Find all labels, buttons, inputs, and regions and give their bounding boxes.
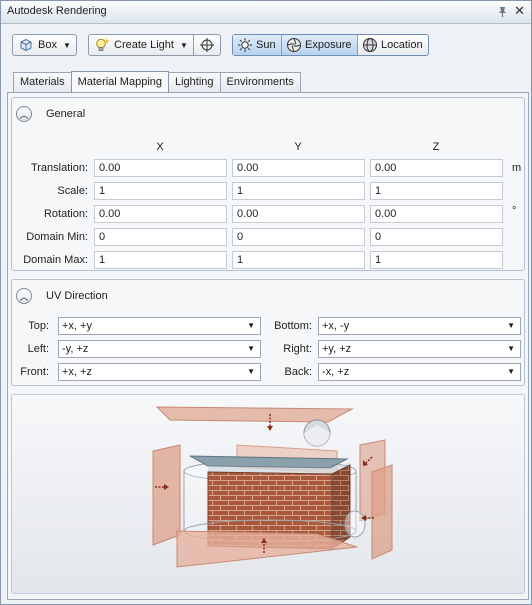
crosshair-icon	[199, 37, 215, 53]
globe-icon	[362, 37, 378, 53]
general-header[interactable]: ︿ General	[16, 105, 85, 123]
chevron-down-icon: ▼	[247, 344, 255, 353]
tab-lighting[interactable]: Lighting	[168, 72, 221, 92]
domain-min-y-input[interactable]: 0	[232, 228, 365, 246]
uv-direction-header[interactable]: ︿ UV Direction	[16, 287, 108, 305]
domain-min-z-input[interactable]: 0	[370, 228, 503, 246]
chevron-down-icon: ▼	[179, 40, 188, 50]
chevron-down-icon: ▼	[507, 367, 515, 376]
back-direction-value: -x, +z	[322, 366, 350, 378]
location-label: Location	[381, 39, 423, 51]
bottom-direction-value: +x, -y	[322, 320, 350, 332]
create-light-button[interactable]: Create Light ▼	[88, 34, 194, 56]
domain-max-label: Domain Max:	[23, 254, 88, 266]
chevron-down-icon: ▼	[507, 321, 515, 330]
bottom-direction-select[interactable]: +x, -y ▼	[318, 317, 521, 335]
front-direction-select[interactable]: +x, +z ▼	[58, 363, 261, 381]
top-plane	[155, 406, 354, 423]
box-mapping-button[interactable]: Box ▼	[12, 34, 77, 56]
rotation-z-input[interactable]: 0.00	[370, 205, 503, 223]
column-z-header: Z	[432, 141, 440, 153]
window-title: Autodesk Rendering	[7, 5, 107, 17]
column-y-header: Y	[294, 141, 302, 153]
right-direction-value: +y, +z	[322, 343, 352, 355]
box-mapping-illustration	[152, 406, 393, 568]
tab-content: ︿ General X Y Z Translation: 0.00 0.00 0…	[7, 92, 529, 600]
sun-button[interactable]: Sun	[233, 35, 282, 55]
uv-direction-group: ︿ UV Direction Top: +x, +y ▼ Bottom: +x,…	[11, 279, 525, 386]
pin-icon[interactable]	[496, 5, 509, 18]
exposure-label: Exposure	[305, 39, 352, 51]
back-direction-select[interactable]: -x, +z ▼	[318, 363, 521, 381]
chevron-down-icon: ▼	[247, 367, 255, 376]
right-direction-select[interactable]: +y, +z ▼	[318, 340, 521, 358]
chevron-down-icon: ▼	[62, 40, 71, 50]
uv-direction-title: UV Direction	[46, 290, 108, 302]
tab-environments[interactable]: Environments	[219, 72, 301, 92]
domain-min-label: Domain Min:	[26, 231, 88, 243]
translation-z-input[interactable]: 0.00	[370, 159, 503, 177]
domain-max-y-input[interactable]: 1	[232, 251, 365, 269]
tab-material-mapping[interactable]: Material Mapping	[70, 71, 169, 92]
left-plane	[152, 444, 181, 546]
left-label: Left:	[27, 343, 49, 355]
rotation-label: Rotation:	[43, 208, 88, 220]
location-button[interactable]: Location	[358, 35, 429, 55]
environment-button-group: Sun Exposure Location	[232, 34, 429, 56]
rendering-panel: Autodesk Rendering ✕ Box ▼ Create Light …	[0, 0, 532, 605]
chevron-down-icon: ▼	[247, 321, 255, 330]
light-bulb-icon	[94, 37, 110, 53]
general-title: General	[46, 108, 86, 120]
bottom-label: Bottom:	[274, 320, 312, 332]
top-direction-select[interactable]: +x, +y ▼	[58, 317, 261, 335]
aperture-icon	[286, 37, 302, 53]
create-light-label: Create Light	[114, 39, 174, 51]
sun-label: Sun	[256, 39, 276, 51]
domain-max-z-input[interactable]: 1	[370, 251, 503, 269]
scale-label: Scale:	[57, 185, 88, 197]
sun-icon	[237, 37, 253, 53]
title-bar: Autodesk Rendering ✕	[1, 1, 531, 24]
rotation-x-input[interactable]: 0.00	[94, 205, 227, 223]
collapse-icon[interactable]: ︿	[16, 106, 32, 122]
left-direction-value: -y, +z	[62, 343, 89, 355]
box-icon	[18, 37, 34, 53]
top-label: Top:	[28, 320, 49, 332]
left-direction-select[interactable]: -y, +z ▼	[58, 340, 261, 358]
box-label: Box	[38, 39, 57, 51]
column-x-header: X	[156, 141, 164, 153]
domain-min-x-input[interactable]: 0	[94, 228, 227, 246]
scale-z-input[interactable]: 1	[370, 182, 503, 200]
domain-max-x-input[interactable]: 1	[94, 251, 227, 269]
collapse-icon[interactable]: ︿	[16, 288, 32, 304]
tab-materials[interactable]: Materials	[13, 72, 72, 92]
chevron-down-icon: ▼	[507, 344, 515, 353]
translation-label: Translation:	[30, 162, 88, 174]
scale-x-input[interactable]: 1	[94, 182, 227, 200]
translation-y-input[interactable]: 0.00	[232, 159, 365, 177]
translation-x-input[interactable]: 0.00	[94, 159, 227, 177]
front-label: Front:	[20, 366, 49, 378]
right-front-plane	[371, 464, 393, 560]
scale-y-input[interactable]: 1	[232, 182, 365, 200]
tab-strip: Materials Material Mapping Lighting Envi…	[13, 71, 301, 92]
light-target-button[interactable]	[193, 34, 221, 56]
back-label: Back:	[284, 366, 312, 378]
top-direction-value: +x, +y	[62, 320, 92, 332]
translation-unit: m	[512, 162, 522, 174]
front-direction-value: +x, +z	[62, 366, 92, 378]
close-icon[interactable]: ✕	[514, 3, 525, 19]
rotation-unit: °	[512, 205, 517, 217]
mapping-preview	[11, 394, 525, 594]
exposure-button[interactable]: Exposure	[282, 35, 358, 55]
right-label: Right:	[283, 343, 312, 355]
general-group: ︿ General X Y Z Translation: 0.00 0.00 0…	[11, 97, 525, 271]
rotation-y-input[interactable]: 0.00	[232, 205, 365, 223]
